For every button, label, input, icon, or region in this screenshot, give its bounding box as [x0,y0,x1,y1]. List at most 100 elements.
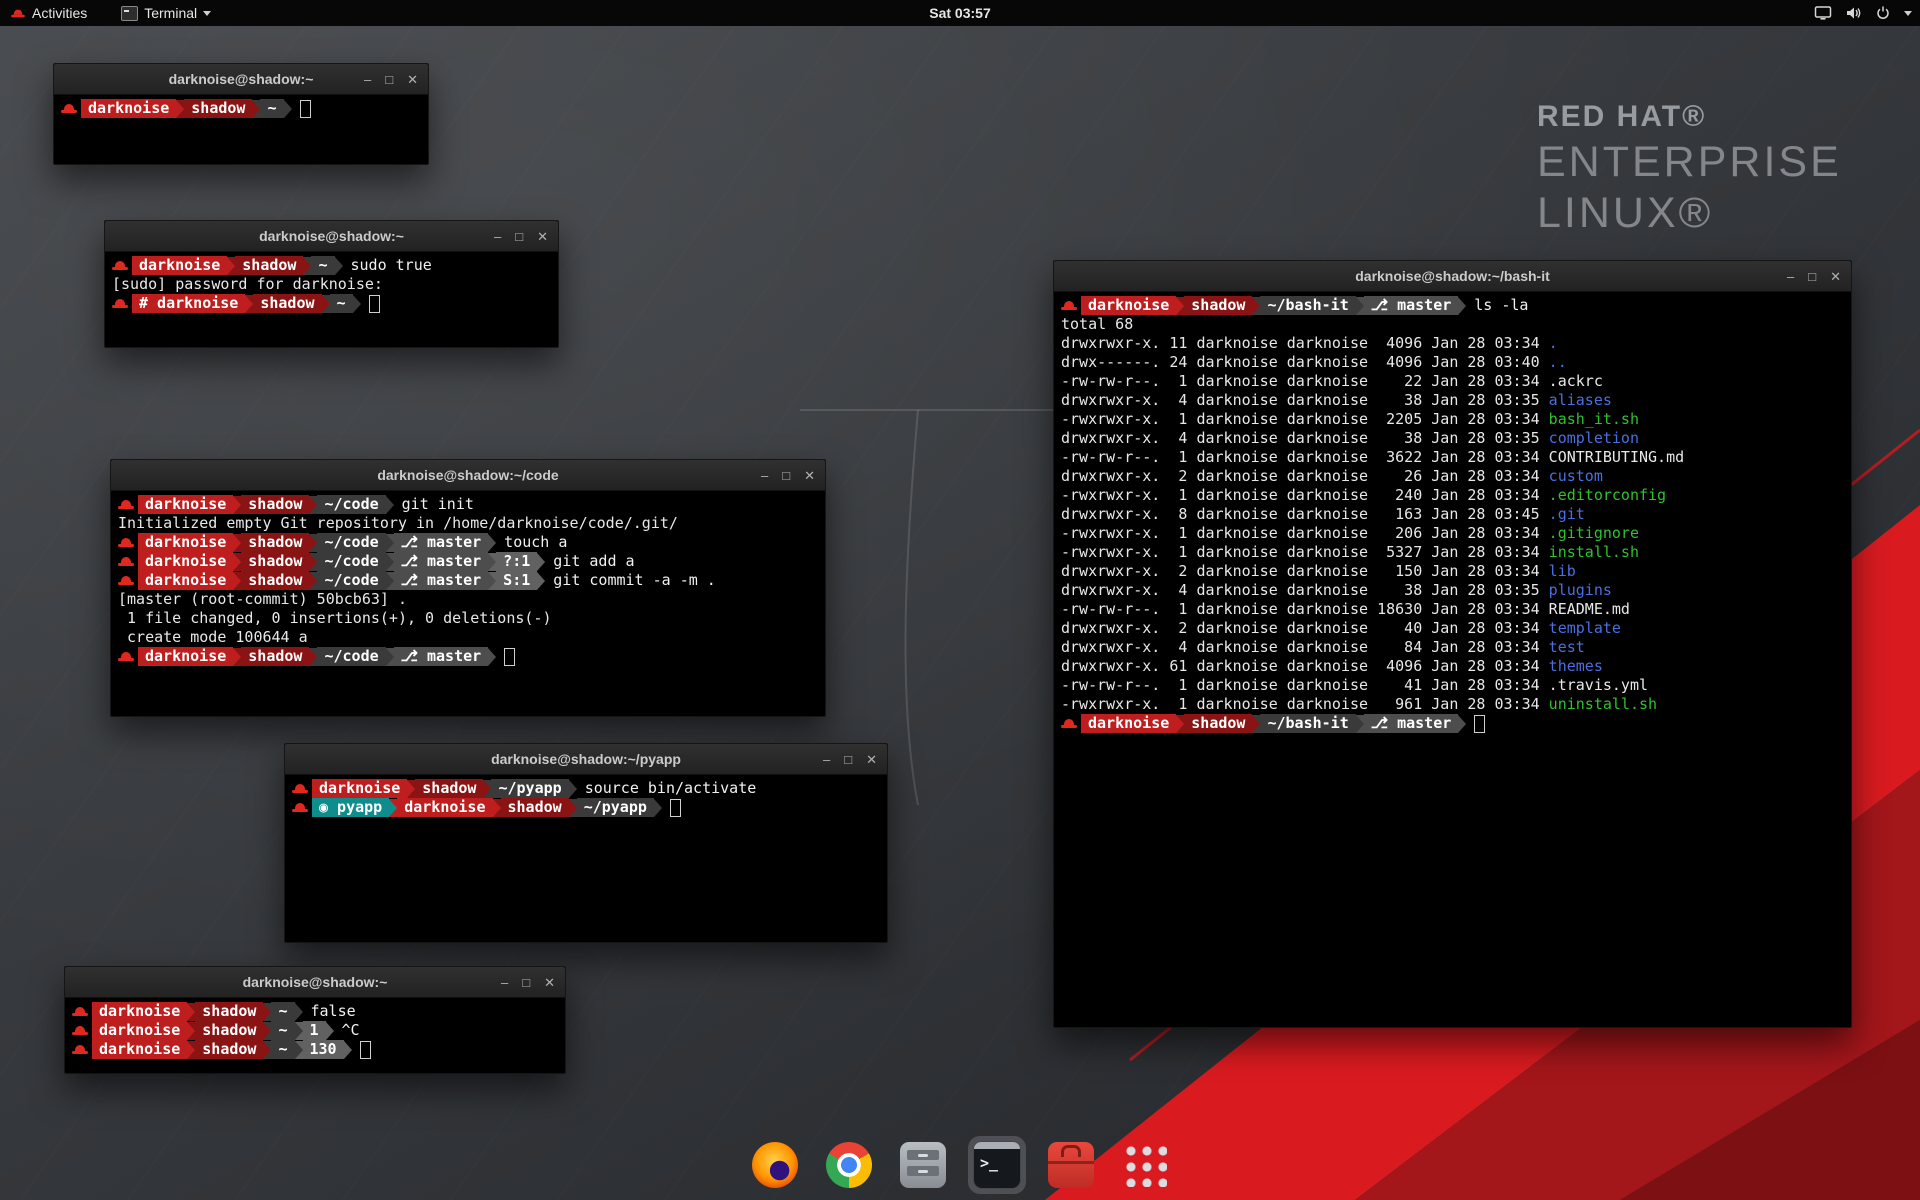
maximize-button[interactable] [844,753,852,766]
ls-output-line: drwxrwxr-x. 11 darknoise darknoise 4096 … [1061,334,1844,353]
dock-item-firefox[interactable] [746,1136,804,1194]
window-title: darknoise@shadow:~ [169,71,314,87]
window-titlebar[interactable]: darknoise@shadow:~/pyapp [285,744,887,775]
terminal-cursor [300,100,311,118]
close-button[interactable] [1830,270,1841,283]
ls-filename: install.sh [1549,543,1639,561]
prompt-segment: ~/bash-it [1260,714,1355,733]
prompt-segment: shadow [241,552,309,571]
ls-details: drwxrwxr-x. 4 darknoise darknoise 38 Jan… [1061,429,1549,447]
dock-item-files[interactable] [894,1136,952,1194]
window-titlebar[interactable]: darknoise@shadow:~/code [111,460,825,491]
activities-button[interactable]: Activities [0,5,87,21]
files-icon [900,1142,946,1188]
terminal-window-sudo[interactable]: darknoise@shadow:~ darknoiseshadow~sudo … [104,220,559,348]
ls-filename: themes [1549,657,1603,675]
prompt-segment: darknoise [132,256,227,275]
maximize-button[interactable] [1808,270,1816,283]
powerline-arrow [1458,715,1466,733]
clock[interactable]: Sat 03:57 [929,5,990,21]
window-titlebar[interactable]: darknoise@shadow:~ [65,967,565,998]
prompt-segment: # darknoise [132,294,245,313]
terminal-body[interactable]: darknoiseshadow~/bash-it⎇ masterls -lato… [1054,292,1851,737]
powerline-arrow [389,799,397,817]
prompt-segment: darknoise [138,571,233,590]
maximize-button[interactable] [515,230,523,243]
powerline-arrow [488,553,496,571]
powerline-arrow [1356,297,1364,315]
ls-output-line: -rw-rw-r--. 1 darknoise darknoise 18630 … [1061,600,1844,619]
terminal-window-bash-it[interactable]: darknoise@shadow:~/bash-it darknoiseshad… [1053,260,1852,1028]
ls-filename: custom [1549,467,1603,485]
prompt-segment: shadow [184,99,252,118]
top-bar: Activities Terminal Sat 03:57 [0,0,1920,26]
prompt-segment: darknoise [138,647,233,666]
toolbox-icon [1048,1142,1094,1188]
terminal-body[interactable]: darknoiseshadow~falsedarknoiseshadow~1^C… [65,998,565,1063]
window-titlebar[interactable]: darknoise@shadow:~/bash-it [1054,261,1851,292]
prompt-segment: darknoise [138,495,233,514]
system-tray[interactable] [1814,0,1912,26]
powerline-arrow [335,257,343,275]
prompt-segment: shadow [241,495,309,514]
minimize-button[interactable] [494,230,501,243]
maximize-button[interactable] [782,469,790,482]
powerline-arrow [322,295,330,313]
close-button[interactable] [866,753,877,766]
output-line: [sudo] password for darknoise: [112,275,551,294]
prompt-segment: 1 [303,1021,326,1040]
ls-filename: aliases [1549,391,1612,409]
terminal-body[interactable]: darknoiseshadow~/codegit initInitialized… [111,491,825,670]
powerline-arrow [407,780,415,798]
dock-item-toolbox[interactable] [1042,1136,1100,1194]
minimize-button[interactable] [823,753,830,766]
terminal-body[interactable]: darknoiseshadow~sudo true[sudo] password… [105,252,558,317]
prompt-line: darknoiseshadow~ [61,99,421,118]
app-menu-terminal[interactable]: Terminal [113,0,219,26]
ls-filename: README.md [1549,600,1630,618]
ls-details: drwxrwxr-x. 2 darknoise darknoise 150 Ja… [1061,562,1549,580]
powerline-arrow [233,648,241,666]
ls-details: -rwxrwxr-x. 1 darknoise darknoise 961 Ja… [1061,695,1549,713]
dock-item-appgrid[interactable] [1116,1136,1174,1194]
close-button[interactable] [537,230,548,243]
ls-output-line: drwxrwxr-x. 4 darknoise darknoise 38 Jan… [1061,391,1844,410]
maximize-button[interactable] [522,976,530,989]
prompt-segment: ~/code [317,533,385,552]
terminal-window-home-2[interactable]: darknoise@shadow:~ darknoiseshadow~false… [64,966,566,1074]
redhat-prompt-icon [118,555,134,568]
volume-icon [1845,5,1862,21]
prompt-segment: shadow [195,1002,263,1021]
ls-details: -rw-rw-r--. 1 darknoise darknoise 41 Jan… [1061,676,1549,694]
minimize-button[interactable] [761,469,768,482]
close-button[interactable] [407,73,418,86]
minimize-button[interactable] [364,73,371,86]
terminal-window-code[interactable]: darknoise@shadow:~/code darknoise shadow ~… [110,459,826,717]
close-button[interactable] [544,976,555,989]
ls-details: -rwxrwxr-x. 1 darknoise darknoise 2205 J… [1061,410,1549,428]
minimize-button[interactable] [1787,270,1794,283]
minimize-button[interactable] [501,976,508,989]
redhat-prompt-icon [61,102,77,115]
ls-output-line: -rw-rw-r--. 1 darknoise darknoise 41 Jan… [1061,676,1844,695]
prompt-segment: ◉ pyapp [312,798,389,817]
terminal-window-pyapp[interactable]: darknoise@shadow:~/pyapp darknoiseshadow… [284,743,888,943]
app-menu-label: Terminal [144,5,197,21]
desktop: RED HAT® ENTERPRISE LINUX® darknoise@sha… [0,0,1920,1200]
window-titlebar[interactable]: darknoise@shadow:~ [105,221,558,252]
dock-item-chrome[interactable] [820,1136,878,1194]
dock-item-terminal[interactable] [968,1136,1026,1194]
ls-output-line: drwx------. 24 darknoise darknoise 4096 … [1061,353,1844,372]
redhat-prompt-icon [292,782,308,795]
ls-output-line: drwxrwxr-x. 2 darknoise darknoise 40 Jan… [1061,619,1844,638]
prompt-segment: ⎇ master [1364,296,1459,315]
window-titlebar[interactable]: darknoise@shadow:~ [54,64,428,95]
terminal-body[interactable]: darknoiseshadow~ [54,95,428,122]
display-icon [1814,5,1832,21]
prompt-segment: ~ [311,256,334,275]
prompt-segment: darknoise [92,1040,187,1059]
terminal-body[interactable]: darknoiseshadow~/pyappsource bin/activat… [285,775,887,821]
close-button[interactable] [804,469,815,482]
maximize-button[interactable] [385,73,393,86]
terminal-window-home-1[interactable]: darknoise@shadow:~ darknoiseshadow~ [53,63,429,165]
